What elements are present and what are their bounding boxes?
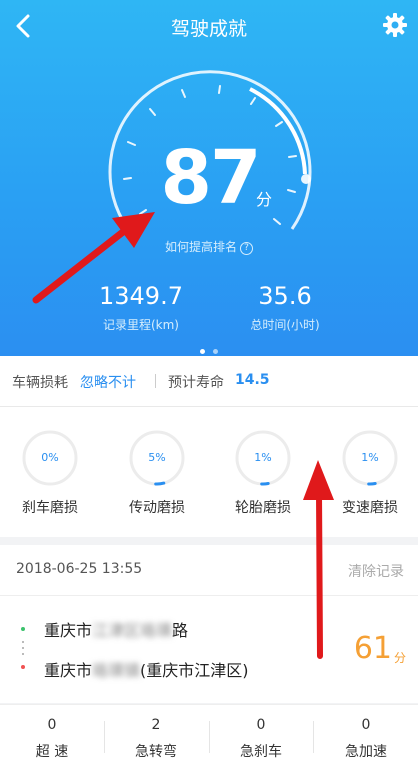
counter-sharp-turn[interactable]: 2 急转弯	[104, 705, 208, 767]
counter-hard-brake[interactable]: 0 急刹车	[209, 705, 313, 767]
page-dot-1[interactable]	[200, 349, 205, 354]
driving-score: 87	[160, 135, 262, 221]
counter-value: 0	[361, 717, 371, 733]
counter-value: 0	[47, 717, 57, 733]
wear-percent: 1%	[254, 451, 272, 464]
trip-record[interactable]: 2018-06-25 13:55 清除记录 重庆市江津区珞璜路 重庆市珞璜镇(重…	[0, 545, 418, 703]
wear-name: 变速磨损	[342, 500, 398, 516]
start-blurred: 江津区珞璜	[92, 621, 173, 640]
trip-score-unit: 分	[393, 651, 406, 665]
wear-ring-tire[interactable]: 1%	[234, 429, 292, 487]
wear-percent: 5%	[148, 451, 166, 464]
wear-percent: 0%	[41, 451, 59, 464]
wear-rings: 0% 刹车磨损 5% 传动磨损 1% 轮胎磨损 1% 变速磨损	[0, 407, 418, 537]
route-dots	[22, 641, 24, 643]
event-counters: 0 超 速 2 急转弯 0 急刹车 0 急加速	[0, 704, 418, 767]
total-time-stat: 35.6 总时间(小时)	[205, 282, 365, 333]
start-dot	[21, 627, 25, 631]
start-address: 重庆市江津区珞璜路	[44, 617, 188, 641]
counter-label: 急转弯	[135, 744, 177, 760]
divider	[155, 374, 156, 388]
counter-label: 超 速	[35, 744, 69, 760]
total-time-label: 总时间(小时)	[250, 318, 320, 332]
mileage-stat: 1349.7 记录里程(km)	[61, 282, 221, 333]
end-address: 重庆市珞璜镇(重庆市江津区)	[44, 657, 249, 681]
start-suffix: 路	[172, 621, 189, 640]
header-panel: 驾驶成就 87 分 如何提高排名 ? 1349.7 记录里程(km) 35.6 …	[0, 0, 418, 356]
wear-name: 传动磨损	[129, 500, 185, 516]
wear-ring-transmission[interactable]: 5%	[128, 429, 186, 487]
trip-datetime: 2018-06-25 13:55	[16, 561, 143, 577]
score-unit: 分	[256, 190, 273, 209]
total-time-value: 35.6	[258, 282, 312, 310]
end-dot	[21, 665, 25, 669]
top-bar: 驾驶成就	[0, 0, 418, 52]
wear-ignore-link[interactable]: 忽略不计	[80, 372, 136, 392]
mileage-label: 记录里程(km)	[102, 318, 179, 332]
improve-rank-text: 如何提高排名	[164, 240, 237, 254]
counter-value: 0	[256, 717, 266, 733]
page-title: 驾驶成就	[170, 18, 247, 40]
wear-ring-gearbox[interactable]: 1%	[341, 429, 399, 487]
life-value: 14.5	[235, 372, 270, 388]
help-icon: ?	[240, 242, 253, 255]
page-dot-2[interactable]	[213, 349, 218, 354]
start-city: 重庆市	[44, 621, 93, 640]
trip-score: 61	[353, 631, 392, 666]
counter-label: 急刹车	[240, 744, 282, 760]
divider	[0, 595, 418, 596]
improve-rank-link[interactable]: 如何提高排名?	[0, 238, 418, 255]
mileage-value: 1349.7	[99, 282, 183, 310]
life-label: 预计寿命	[168, 375, 224, 391]
counter-label: 急加速	[345, 744, 387, 760]
wear-percent: 1%	[361, 451, 379, 464]
wear-label: 车辆损耗	[12, 375, 68, 391]
end-city: 重庆市	[44, 661, 93, 680]
wear-ring-brake[interactable]: 0%	[21, 429, 79, 487]
clear-records-button[interactable]: 清除记录	[348, 561, 404, 581]
wear-name: 刹车磨损	[22, 500, 78, 516]
gear-icon[interactable]	[382, 12, 408, 38]
counter-value: 2	[151, 717, 161, 733]
end-blurred: 珞璜镇	[92, 661, 141, 680]
counter-speeding[interactable]: 0 超 速	[0, 705, 104, 767]
wear-name: 轮胎磨损	[235, 500, 291, 516]
vehicle-wear-header: 车辆损耗 忽略不计 预计寿命 14.5	[0, 356, 418, 407]
end-suffix: (重庆市江津区)	[140, 661, 249, 680]
counter-rapid-accel[interactable]: 0 急加速	[314, 705, 418, 767]
